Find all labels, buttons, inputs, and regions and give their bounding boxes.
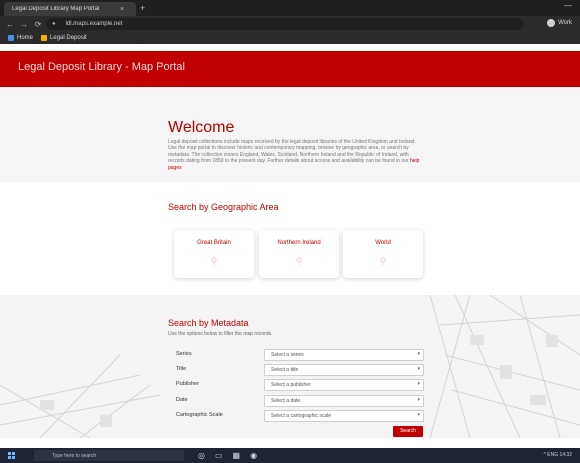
publisher-select[interactable]: Select a publisher ▾: [264, 379, 424, 391]
new-tab-icon[interactable]: +: [140, 3, 145, 13]
filter-row-series: Series Select a series ▾: [176, 349, 424, 361]
site-title[interactable]: Legal Deposit Library - Map Portal: [18, 61, 185, 73]
select-value: Select a cartographic scale: [271, 413, 332, 419]
task-view-icon[interactable]: ◎: [198, 450, 205, 461]
search-button[interactable]: Search: [393, 426, 423, 437]
filter-row-date: Date Select a date ▾: [176, 395, 424, 407]
filter-label: Series: [176, 351, 192, 357]
date-select[interactable]: Select a date ▾: [264, 395, 424, 407]
bookmark-item[interactable]: Legal Deposit: [41, 35, 87, 41]
filter-label: Cartographic Scale: [176, 412, 223, 418]
bookmarks-bar: Home Legal Deposit: [0, 32, 580, 44]
welcome-body: Legal deposit collections include maps r…: [168, 139, 416, 165]
select-value: Select a date: [271, 398, 301, 404]
welcome-section: Welcome Legal deposit collections includ…: [0, 87, 580, 182]
series-select[interactable]: Select a series ▾: [264, 349, 424, 361]
filter-label: Publisher: [176, 381, 199, 387]
filter-label: Date: [176, 397, 188, 403]
welcome-heading: Welcome: [168, 119, 235, 136]
site-header: Legal Deposit Library - Map Portal: [0, 51, 580, 87]
area-card-great-britain[interactable]: Great Britain ⚲: [174, 230, 254, 278]
file-explorer-icon[interactable]: ▭: [215, 450, 223, 461]
title-select[interactable]: Select a title ▾: [264, 364, 424, 376]
tab-title: Legal Deposit Library Map Portal: [12, 6, 100, 12]
taskbar-search-input[interactable]: Type here to search: [34, 450, 184, 461]
os-taskbar: Type here to search ◎ ▭ ▦ ◉ ^ ENG 14:32: [0, 448, 580, 463]
windows-start-icon[interactable]: [8, 452, 15, 459]
chevron-down-icon: ▾: [417, 366, 420, 372]
bookmark-icon: [41, 35, 48, 41]
reload-icon[interactable]: ⟳: [34, 20, 42, 29]
browser-tabstrip: Legal Deposit Library Map Portal × + —: [0, 0, 580, 16]
welcome-text: Legal deposit collections include maps r…: [168, 139, 420, 171]
profile-label: Work: [558, 20, 572, 26]
forward-icon[interactable]: →: [20, 20, 28, 29]
chevron-down-icon: ▾: [417, 412, 420, 418]
filter-row-title: Title Select a title ▾: [176, 364, 424, 376]
geographic-section: Search by Geographic Area Great Britain …: [0, 182, 580, 295]
taskbar-apps: ◎ ▭ ▦ ◉: [198, 450, 257, 461]
pin-icon: ⚲: [295, 256, 303, 266]
bookmark-label: Home: [17, 35, 34, 41]
minimize-icon[interactable]: —: [564, 1, 572, 10]
metadata-subtitle: Use the options below to filter the map …: [168, 331, 273, 337]
avatar: [547, 19, 556, 27]
area-card-world[interactable]: World ⚲: [343, 230, 423, 278]
area-card-label: Northern Ireland: [277, 240, 321, 246]
select-value: Select a publisher: [271, 382, 311, 388]
select-value: Select a series: [271, 352, 304, 358]
filter-label: Title: [176, 366, 187, 372]
url-text: ldl.maps.example.net: [65, 21, 123, 27]
area-card-northern-ireland[interactable]: Northern Ireland ⚲: [259, 230, 339, 278]
close-icon[interactable]: ×: [120, 6, 124, 13]
filter-row-publisher: Publisher Select a publisher ▾: [176, 379, 424, 391]
bookmark-item[interactable]: Home: [8, 35, 33, 41]
folder-icon: [8, 35, 14, 41]
browser-tab[interactable]: Legal Deposit Library Map Portal ×: [4, 2, 136, 16]
pin-icon: ⚲: [379, 256, 387, 266]
chevron-down-icon: ▾: [417, 351, 420, 357]
area-card-label: Great Britain: [197, 240, 231, 246]
area-card-label: World: [375, 240, 391, 246]
scale-select[interactable]: Select a cartographic scale ▾: [264, 410, 424, 422]
lock-icon: ●: [52, 21, 56, 27]
browser-navbar: ← → ⟳ ● ldl.maps.example.net Work: [0, 16, 580, 32]
profile-button[interactable]: Work: [547, 19, 572, 27]
chevron-down-icon: ▾: [417, 381, 420, 387]
system-tray[interactable]: ^ ENG 14:32: [544, 452, 572, 458]
metadata-section: Search by Metadata Use the options below…: [0, 295, 580, 438]
store-icon[interactable]: ▦: [233, 450, 241, 461]
taskbar-search-placeholder: Type here to search: [52, 452, 97, 459]
geo-section-title: Search by Geographic Area: [168, 202, 279, 212]
address-bar[interactable]: ● ldl.maps.example.net: [46, 18, 524, 30]
filter-row-scale: Cartographic Scale Select a cartographic…: [176, 410, 424, 422]
browser-icon[interactable]: ◉: [250, 450, 257, 461]
metadata-section-title: Search by Metadata: [168, 318, 249, 328]
bookmark-label: Legal Deposit: [50, 35, 87, 41]
chevron-down-icon: ▾: [417, 397, 420, 403]
back-icon[interactable]: ←: [6, 20, 14, 29]
select-value: Select a title: [271, 367, 299, 373]
pin-icon: ⚲: [210, 256, 218, 266]
